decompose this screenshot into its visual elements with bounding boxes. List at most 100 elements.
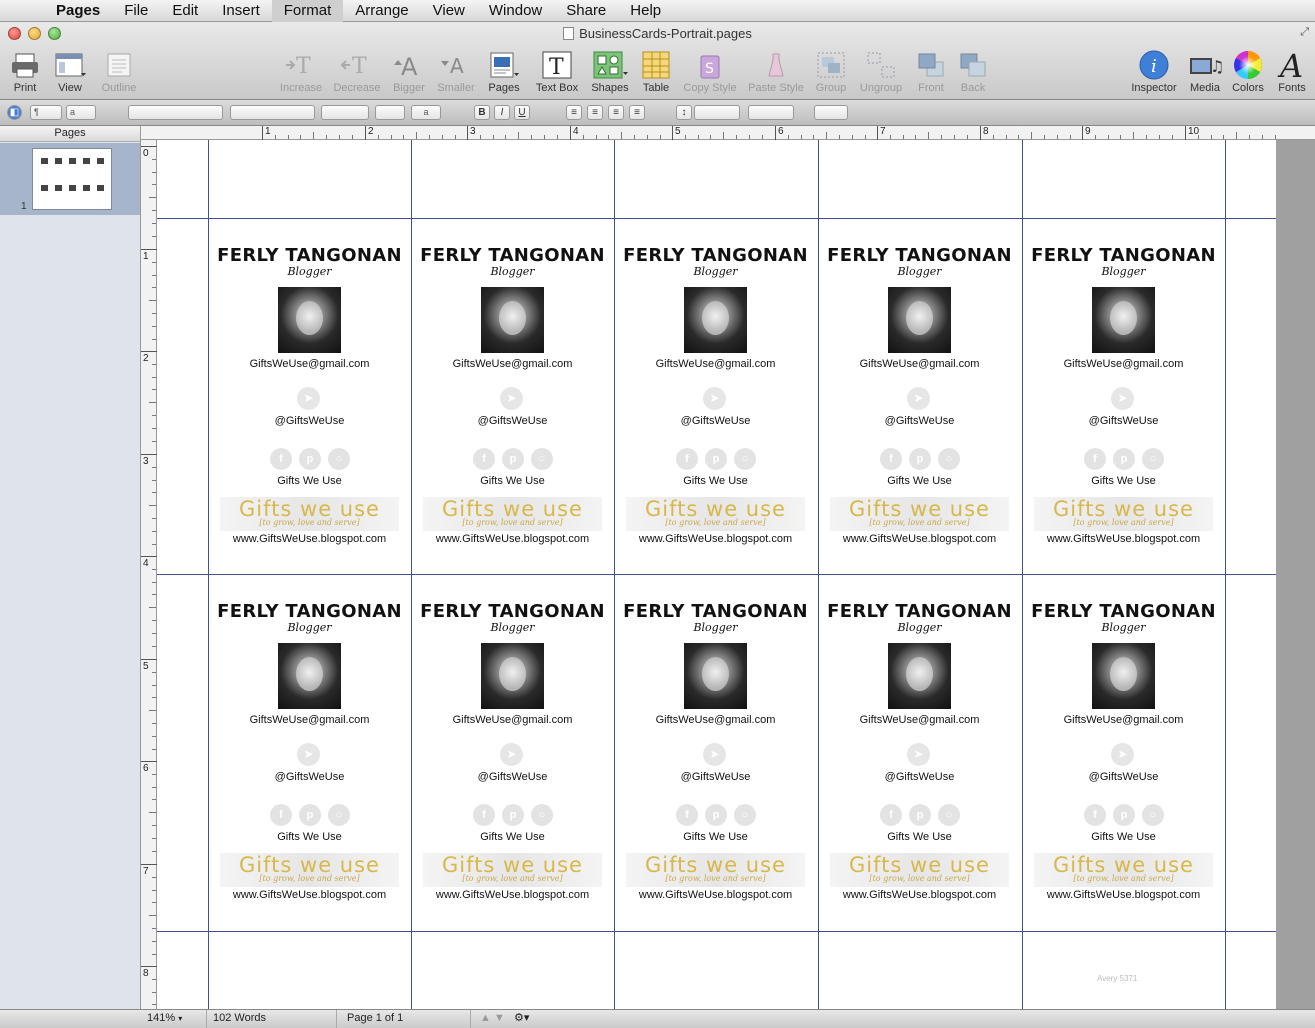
ruler-number: 6 (143, 763, 149, 774)
vertical-scroll-area[interactable] (1276, 140, 1315, 1011)
ruler-minor-tick (967, 135, 968, 139)
business-card[interactable]: FERLY TANGONAN Blogger GiftsWeUse@gmail.co… (818, 575, 1021, 930)
horizontal-ruler[interactable]: 1 2 3 4 5 6 7 8 9 10 (141, 126, 1315, 140)
business-card[interactable]: FERLY TANGONAN Blogger GiftsWeUse@gmail.co… (411, 219, 614, 574)
underline-button[interactable]: U (514, 105, 530, 120)
fonts-button[interactable]: A Fonts (1274, 48, 1310, 96)
shapes-button[interactable]: Shapes (588, 48, 632, 96)
ruler-minor-tick (518, 132, 519, 139)
paste-style-button[interactable]: Paste Style (746, 48, 806, 96)
pinterest-icon: p (502, 804, 524, 826)
list-style-popup[interactable] (814, 105, 848, 120)
menu-help[interactable]: Help (618, 0, 673, 22)
pinterest-icon: p (502, 448, 524, 470)
thumbnail-card (83, 158, 90, 164)
ruler-number: 5 (143, 661, 149, 672)
back-button[interactable]: Back (954, 48, 992, 96)
business-card[interactable]: FERLY TANGONAN Blogger GiftsWeUse@gmail.co… (614, 219, 817, 574)
increase-button[interactable]: T Increase (277, 48, 325, 96)
text-color-well[interactable] (375, 105, 405, 120)
thumbnail-card (55, 158, 62, 164)
columns-popup[interactable] (748, 105, 794, 120)
align-center-icon[interactable]: ≡ (587, 105, 603, 120)
facebook-icon: f (1084, 448, 1106, 470)
vertical-ruler[interactable]: 0 1 2 3 4 5 6 7 8 (141, 140, 157, 1018)
print-button[interactable]: Print (6, 48, 44, 96)
media-button[interactable]: ♫ Media (1186, 48, 1224, 96)
menu-share[interactable]: Share (554, 0, 618, 22)
line-spacing-icon[interactable]: ↕ (676, 105, 692, 120)
character-style-popup[interactable]: a (66, 105, 96, 120)
ruler-minor-tick (152, 890, 156, 891)
document-page[interactable]: FERLY TANGONAN Blogger GiftsWeUse@gmail.co… (157, 140, 1276, 1011)
text-box-button[interactable]: T Text Box (530, 48, 584, 96)
styles-drawer-icon[interactable]: ◧ (7, 105, 22, 120)
logo-tagline: [to grow, love and serve] (462, 518, 563, 527)
zoom-popup[interactable]: 141% ▾ (141, 1010, 207, 1028)
front-button[interactable]: Front (912, 48, 950, 96)
copy-style-button[interactable]: S Copy Style (680, 48, 740, 96)
group-icon (817, 52, 845, 78)
menu-file[interactable]: File (112, 0, 160, 22)
social-icons: f p ○ (880, 804, 960, 826)
business-card[interactable]: FERLY TANGONAN Blogger GiftsWeUse@gmail.co… (614, 575, 817, 930)
fullscreen-icon[interactable]: ⤢ (1300, 26, 1309, 39)
italic-button[interactable]: I (494, 105, 510, 120)
pinterest-icon: p (1113, 804, 1135, 826)
align-right-icon[interactable]: ≡ (608, 105, 624, 120)
page-thumbnail[interactable] (32, 148, 112, 210)
ruler-minor-tick (152, 697, 156, 698)
align-justify-icon[interactable]: ≡ (629, 105, 645, 120)
table-button[interactable]: Table (636, 48, 676, 96)
business-card[interactable]: FERLY TANGONAN Blogger GiftsWeUse@gmail.co… (411, 575, 614, 930)
card-name: FERLY TANGONAN (1031, 601, 1216, 622)
ruler-tick (672, 126, 673, 140)
menu-insert[interactable]: Insert (210, 0, 272, 22)
decrease-button[interactable]: T Decrease (331, 48, 383, 96)
inspector-button[interactable]: i Inspector (1126, 48, 1182, 96)
view-button[interactable]: View (50, 48, 90, 96)
business-card[interactable]: FERLY TANGONAN Blogger GiftsWeUse@gmail.co… (1022, 219, 1225, 574)
align-left-icon[interactable]: ≡ (566, 105, 582, 120)
colors-button[interactable]: Colors (1228, 48, 1268, 96)
smaller-button[interactable]: A Smaller (434, 48, 478, 96)
table-label: Table (642, 82, 670, 94)
menu-view[interactable]: View (421, 0, 477, 22)
ruler-minor-tick (152, 467, 156, 468)
ruler-minor-tick (1275, 135, 1276, 139)
ruler-minor-tick (152, 287, 156, 288)
outline-button[interactable]: Outline (96, 48, 142, 96)
bigger-button[interactable]: A Bigger (388, 48, 430, 96)
card-social-name: Gifts We Use (480, 831, 545, 843)
menu-pages[interactable]: Pages (44, 0, 112, 22)
gear-icon[interactable]: ⚙▾ (508, 1010, 534, 1028)
social-icons: f p ○ (880, 448, 960, 470)
ruler-minor-tick (1031, 132, 1032, 139)
line-spacing-popup[interactable] (694, 105, 740, 120)
decrease-label: Decrease (333, 82, 381, 94)
card-role: Blogger (897, 621, 942, 634)
business-card[interactable]: FERLY TANGONAN Blogger GiftsWeUse@gmail.co… (208, 575, 411, 930)
group-button[interactable]: Group (812, 48, 850, 96)
business-card[interactable]: FERLY TANGONAN Blogger GiftsWeUse@gmail.co… (208, 219, 411, 574)
page-nav-arrows-icon[interactable]: ▲ ▼ (474, 1010, 506, 1028)
ruler-number: 4 (573, 126, 579, 137)
menu-window[interactable]: Window (477, 0, 554, 22)
font-size-popup[interactable] (321, 105, 369, 120)
ungroup-button[interactable]: Ungroup (856, 48, 906, 96)
ruler-minor-tick (493, 135, 494, 139)
ruler-minor-tick (788, 135, 789, 139)
menu-arrange[interactable]: Arrange (343, 0, 420, 22)
paragraph-style-popup[interactable]: ¶ (30, 105, 62, 120)
highlight-color-well[interactable]: a (411, 105, 441, 120)
pages-button[interactable]: Pages (484, 48, 524, 96)
business-card[interactable]: FERLY TANGONAN Blogger GiftsWeUse@gmail.co… (818, 219, 1021, 574)
instagram-icon: ○ (1142, 448, 1164, 470)
font-style-popup[interactable] (230, 105, 315, 120)
bold-button[interactable]: B (474, 105, 490, 120)
menu-format[interactable]: Format (271, 0, 344, 22)
menu-edit[interactable]: Edit (160, 0, 210, 22)
business-card[interactable]: FERLY TANGONAN Blogger GiftsWeUse@gmail.co… (1022, 575, 1225, 930)
ungroup-icon (867, 52, 895, 78)
font-family-popup[interactable] (128, 105, 223, 120)
